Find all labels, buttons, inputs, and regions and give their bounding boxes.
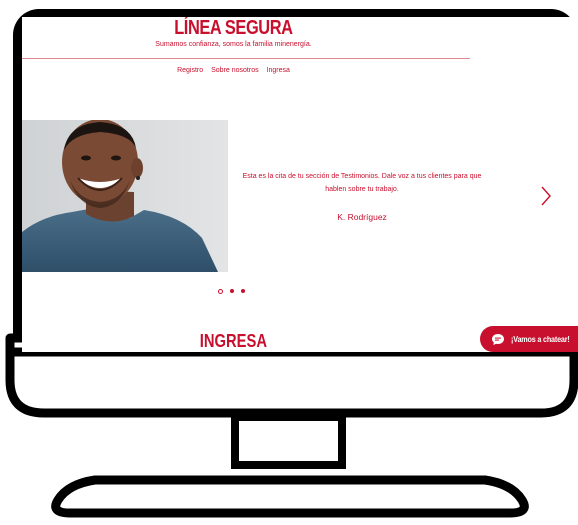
nav-item-sobre-nosotros[interactable]: Sobre nosotros bbox=[211, 67, 258, 74]
nav-item-registro[interactable]: Registro bbox=[177, 67, 203, 74]
section-title-ingresa: INGRESA bbox=[199, 331, 268, 351]
testimonial-author: K. Rodríguez bbox=[337, 212, 387, 222]
slider-dot-3[interactable] bbox=[241, 289, 245, 293]
site-title: LÍNEA SEGURA bbox=[174, 17, 293, 39]
testimonial-quote: Esta es la cita de tu sección de Testimo… bbox=[242, 173, 482, 193]
testimonial-photo bbox=[22, 120, 228, 272]
nav-item-ingresa[interactable]: Ingresa bbox=[267, 67, 290, 74]
main-nav: Registro Sobre nosotros Ingresa bbox=[22, 67, 445, 74]
chevron-right-icon[interactable] bbox=[538, 183, 554, 209]
slider-dot-1[interactable] bbox=[218, 288, 223, 294]
chat-bubble-icon bbox=[492, 333, 504, 345]
website-screen: LÍNEA SEGURA Sumamos confianza, somos la… bbox=[22, 17, 577, 352]
slider-dot-2[interactable] bbox=[230, 289, 234, 293]
header-divider bbox=[22, 58, 470, 59]
site-tagline: Sumamos confianza, somos la familia mine… bbox=[155, 41, 312, 48]
chat-button[interactable]: ¡Vamos a chatear! bbox=[480, 326, 578, 352]
slider-pagination bbox=[218, 287, 250, 295]
chat-button-label: ¡Vamos a chatear! bbox=[511, 334, 570, 344]
